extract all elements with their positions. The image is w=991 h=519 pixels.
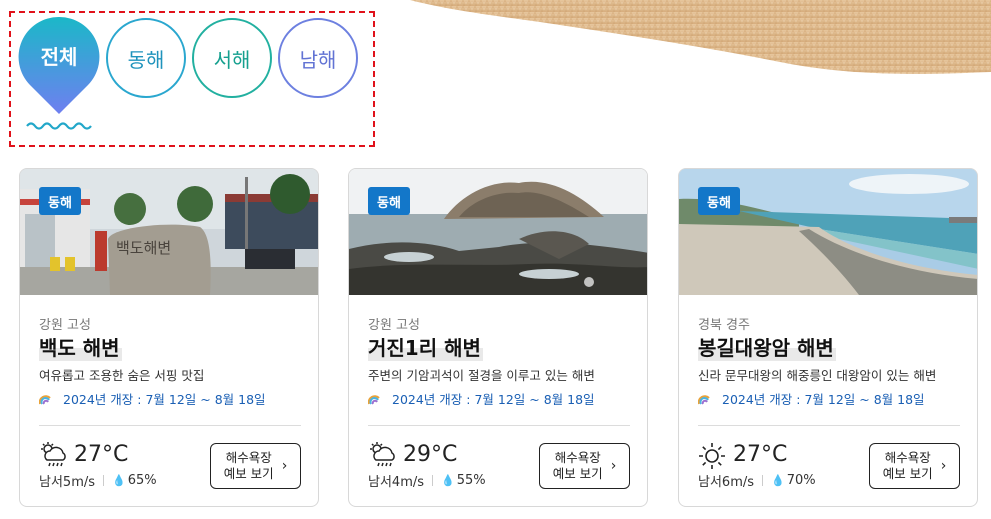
divider	[368, 425, 630, 426]
open-period: 2024년 개장 : 7월 12일 ~ 8월 18일	[698, 389, 925, 408]
rainbow-icon	[368, 394, 380, 404]
forecast-button-line2: 예보 보기	[223, 466, 274, 481]
humidity: 55%	[456, 473, 486, 488]
beach-region: 강원 고성	[368, 318, 420, 333]
tab-east-sea-label: 동해	[127, 47, 165, 72]
region-tag: 동해	[368, 187, 410, 215]
temperature: 27°C	[74, 442, 129, 467]
tab-all[interactable]: 전체	[18, 16, 100, 116]
open-period: 2024년 개장 : 7월 12일 ~ 8월 18일	[39, 389, 266, 408]
wind-speed: 남서4m/s	[368, 475, 425, 490]
beach-description: 주변의 기암괴석이 절경을 이루고 있는 해변	[368, 368, 595, 383]
wind-speed: 남서5m/s	[39, 475, 96, 490]
beach-name: 백도 해변	[39, 332, 122, 361]
chevron-right-icon: ›	[281, 458, 288, 474]
humidity: 70%	[786, 473, 816, 488]
forecast-button-line1: 해수욕장	[884, 450, 931, 465]
forecast-button[interactable]: 해수욕장 예보 보기 ›	[210, 443, 301, 489]
tab-all-label: 전체	[40, 45, 78, 69]
temperature: 29°C	[403, 442, 458, 467]
chevron-right-icon: ›	[940, 458, 947, 474]
humidity: 65%	[127, 473, 157, 488]
beach-region: 강원 고성	[39, 318, 91, 333]
tab-south-sea-label: 남해	[299, 47, 337, 72]
open-period-text: 2024년 개장 : 7월 12일 ~ 8월 18일	[63, 392, 266, 407]
forecast-button-line2: 예보 보기	[552, 466, 603, 481]
water-drop-icon: 💧	[771, 474, 785, 487]
wind-speed: 남서6m/s	[698, 475, 755, 490]
sun-icon	[699, 443, 725, 469]
wind-humidity: 남서6m/s 💧 70%	[698, 471, 816, 490]
beach-region: 경북 경주	[698, 318, 750, 333]
open-period-text: 2024년 개장 : 7월 12일 ~ 8월 18일	[722, 392, 925, 407]
rain-cloud-icon	[370, 442, 395, 467]
beach-name: 거진1리 해변	[368, 332, 483, 361]
open-period-text: 2024년 개장 : 7월 12일 ~ 8월 18일	[392, 392, 595, 407]
region-tag: 동해	[698, 187, 740, 215]
water-drop-icon: 💧	[441, 474, 455, 487]
beach-name: 봉길대왕암 해변	[698, 332, 836, 361]
rainbow-icon	[39, 394, 51, 404]
beach-description: 여유롭고 조용한 숨은 서핑 맛집	[39, 368, 205, 383]
tab-south-sea[interactable]: 남해	[278, 18, 358, 98]
forecast-button-line1: 해수욕장	[554, 450, 601, 465]
rainbow-icon	[698, 394, 710, 404]
wind-humidity: 남서4m/s 💧 55%	[368, 471, 486, 490]
forecast-button[interactable]: 해수욕장 예보 보기 ›	[539, 443, 630, 489]
tab-west-sea[interactable]: 서해	[192, 18, 272, 98]
beach-card[interactable]: 동해 경북 경주 봉길대왕암 해변 신라 문무대왕의 해중릉인 대왕암이 있는 …	[678, 168, 978, 507]
region-tag: 동해	[39, 187, 81, 215]
tab-west-sea-label: 서해	[213, 47, 251, 72]
tab-east-sea[interactable]: 동해	[106, 18, 186, 98]
open-period: 2024년 개장 : 7월 12일 ~ 8월 18일	[368, 389, 595, 408]
divider	[39, 425, 301, 426]
beach-description: 신라 문무대왕의 해중릉인 대왕암이 있는 해변	[698, 368, 937, 383]
beach-card[interactable]: 동해 강원 고성 거진1리 해변 주변의 기암괴석이 절경을 이루고 있는 해변…	[348, 168, 648, 507]
photo-sign-text: 백도해변	[116, 239, 171, 257]
chevron-right-icon: ›	[610, 458, 617, 474]
forecast-button-line1: 해수욕장	[225, 450, 272, 465]
divider	[698, 425, 960, 426]
wave-icon	[26, 122, 92, 130]
forecast-button[interactable]: 해수욕장 예보 보기 ›	[869, 443, 960, 489]
forecast-button-line2: 예보 보기	[882, 466, 933, 481]
wind-humidity: 남서5m/s 💧 65%	[39, 471, 157, 490]
temperature: 27°C	[733, 442, 788, 467]
rain-cloud-icon	[41, 442, 66, 467]
beach-card[interactable]: 백도해변 동해 강원 고성 백도 해변 여유롭고 조용한 숨은 서핑 맛집 20…	[19, 168, 319, 507]
water-drop-icon: 💧	[112, 474, 126, 487]
